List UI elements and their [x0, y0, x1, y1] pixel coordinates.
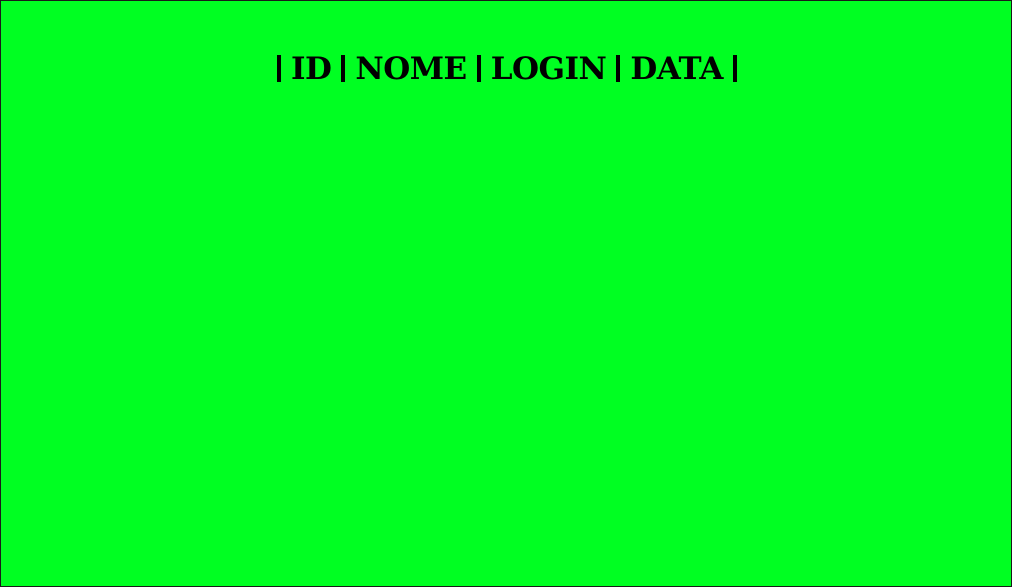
table-header: ID NOME LOGIN DATA — [1, 47, 1012, 91]
column-separator — [616, 55, 621, 82]
header-nome: NOME — [355, 51, 467, 87]
column-separator — [277, 55, 281, 82]
header-login: LOGIN — [490, 51, 607, 87]
page-canvas: ID NOME LOGIN DATA — [0, 0, 1012, 587]
column-separator — [476, 55, 481, 82]
column-separator — [341, 55, 346, 82]
header-data: DATA — [630, 51, 723, 87]
header-id: ID — [291, 51, 332, 87]
column-separator — [732, 55, 737, 82]
